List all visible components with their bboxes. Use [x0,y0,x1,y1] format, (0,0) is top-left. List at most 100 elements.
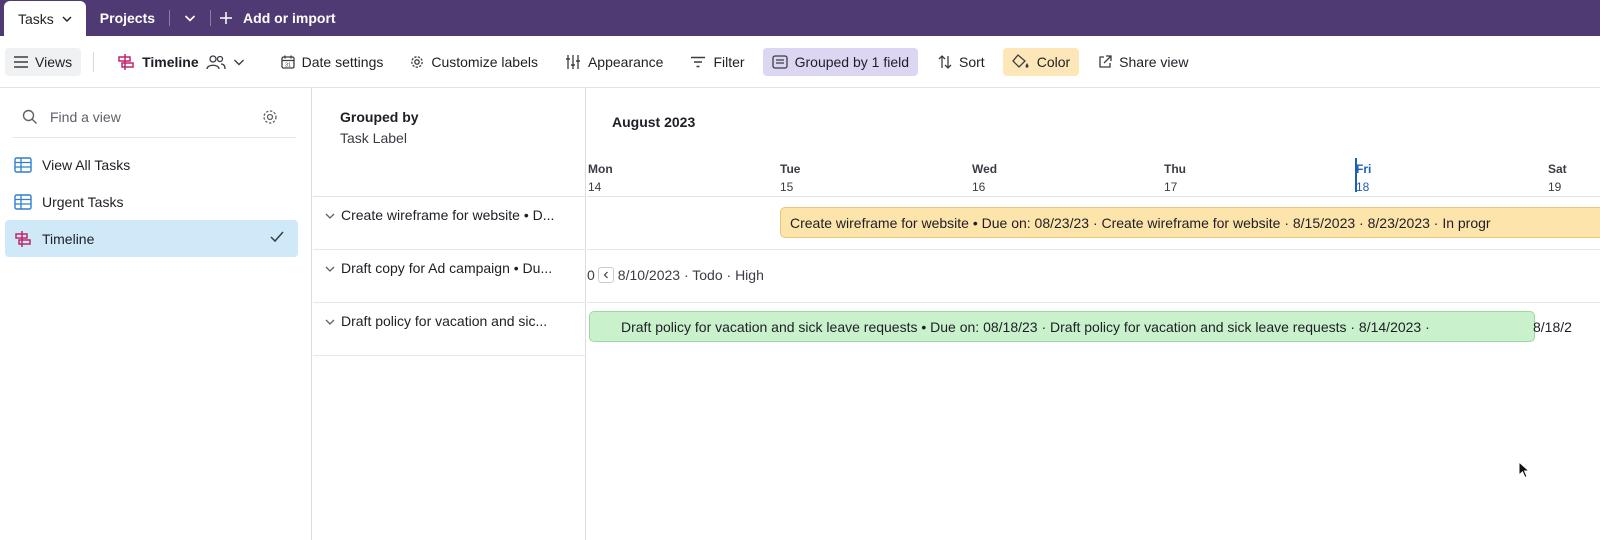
day-name: Fri [1356,162,1372,176]
chevron-down-icon [62,16,72,22]
group-icon [771,54,788,69]
day-header: Wed 16 [972,160,997,196]
tab-tasks[interactable]: Tasks [4,1,86,36]
group-rows: Create wireframe for website • D... Draf… [313,197,586,540]
add-or-import-button[interactable]: Add or import [211,0,344,36]
group-row[interactable]: Create wireframe for website • D... [313,197,586,250]
group-header: Grouped by Task Label [313,88,586,197]
toolbar-divider [93,51,95,72]
timeline-view-button[interactable]: Timeline [108,48,254,76]
chevron-left-icon [603,271,608,279]
day-number: 18 [1356,180,1370,194]
group-row-label: Draft policy for vacation and sic... [341,313,548,329]
menu-icon [14,55,28,68]
timeline-icon [15,230,31,247]
filter-button[interactable]: Filter [681,48,753,76]
paint-bucket-icon [1011,53,1029,68]
checkmark-icon [270,231,284,243]
filter-icon [691,56,706,67]
timeline-grid[interactable]: August 2023 Mon 14 Tue 15 Wed 16 Thu 17 … [587,88,1600,540]
day-header: Mon 14 [588,160,613,196]
appearance-button[interactable]: Appearance [556,48,673,76]
date-settings-button[interactable]: 31 Date settings [272,48,393,76]
tab-projects-label: Projects [99,10,156,26]
offscreen-edge-text: 0 [587,267,595,283]
divider [587,196,1600,197]
grid-icon [14,156,32,173]
timeline-main: Grouped by Task Label Create wireframe f… [313,88,1600,540]
customize-labels-label: Customize labels [431,53,538,70]
group-row[interactable]: Draft copy for Ad campaign • Du... [313,250,586,303]
day-number: 16 [972,180,986,194]
day-header-today: Fri 18 [1356,160,1371,196]
day-header: Sat 19 [1548,160,1567,196]
sort-label: Sort [959,53,985,70]
day-name: Thu [1164,162,1186,176]
timeline-view-label: Timeline [142,53,199,70]
timeline-bar-overflow-text: 8/18/2 [1533,318,1572,335]
chevron-down-icon [233,59,244,65]
views-button[interactable]: Views [5,47,82,76]
sliders-icon [565,54,580,69]
group-button[interactable]: Grouped by 1 field [762,47,919,76]
day-name: Wed [972,162,998,176]
views-label: Views [35,53,73,70]
sidebar-item-label: View All Tasks [42,156,131,173]
more-tables-button[interactable] [170,0,210,36]
filter-label: Filter [713,53,745,70]
group-row-label: Create wireframe for website • D... [341,207,555,223]
share-view-button[interactable]: Share view [1089,48,1197,76]
tab-projects[interactable]: Projects [86,0,169,36]
timeline-bar-label: Draft policy for vacation and sick leave… [621,318,1430,335]
gear-icon [411,55,424,68]
customize-labels-button[interactable]: Customize labels [401,48,547,76]
sort-icon [938,54,952,69]
share-view-label: Share view [1119,53,1189,70]
sidebar-item-timeline[interactable]: Timeline [5,220,298,257]
timeline-bar[interactable]: Draft policy for vacation and sick leave… [589,311,1535,342]
chevron-down-icon[interactable] [325,211,335,221]
calendar-icon: 31 [280,55,295,69]
color-label: Color [1036,53,1071,70]
color-button[interactable]: Color [1002,47,1080,76]
views-sidebar: Find a view View All Tasks Urgent Tasks … [0,88,312,540]
offscreen-task-indicator: 0 8/10/2023 · Todo · High [587,264,764,286]
svg-text:31: 31 [285,62,291,68]
group-header-title: Grouped by [340,109,419,125]
sidebar-item-view-all-tasks[interactable]: View All Tasks [5,146,298,183]
scroll-to-task-button[interactable] [597,267,614,283]
plus-icon [220,12,233,24]
day-number: 19 [1548,180,1562,194]
today-marker [1355,158,1357,192]
share-icon [1099,54,1112,68]
group-header-field: Task Label [340,130,407,146]
mouse-cursor-icon [1518,461,1530,479]
view-toolbar: Views Timeline 31 Date settings Customiz… [0,36,1600,88]
collaborators-icon [205,54,226,69]
day-number: 15 [780,180,794,194]
appearance-label: Appearance [587,53,664,70]
day-name: Mon [588,162,613,176]
sidebar-item-urgent-tasks[interactable]: Urgent Tasks [5,183,298,220]
day-number: 14 [588,180,602,194]
chevron-down-icon[interactable] [325,317,335,327]
find-view-input[interactable]: Find a view [50,109,121,125]
sidebar-item-label: Timeline [42,230,95,247]
tab-tasks-label: Tasks [18,10,54,27]
top-bar: Tasks Projects Add or import [0,0,1600,36]
day-header: Tue 15 [780,160,800,196]
view-settings-button[interactable] [262,109,278,128]
divider [587,249,1600,250]
chevron-down-icon[interactable] [325,264,335,274]
timeline-icon [118,53,134,70]
group-row-label: Draft copy for Ad campaign • Du... [341,260,553,276]
add-or-import-label: Add or import [243,10,336,26]
chevron-down-icon [184,15,196,22]
month-label: August 2023 [612,114,696,130]
group-row[interactable]: Draft policy for vacation and sic... [313,303,586,356]
day-header: Thu 17 [1164,160,1186,196]
group-label: Grouped by 1 field [794,53,910,70]
grid-icon [14,193,32,210]
sort-button[interactable]: Sort [929,48,994,76]
timeline-bar[interactable]: Create wireframe for website • Due on: 0… [780,207,1600,238]
